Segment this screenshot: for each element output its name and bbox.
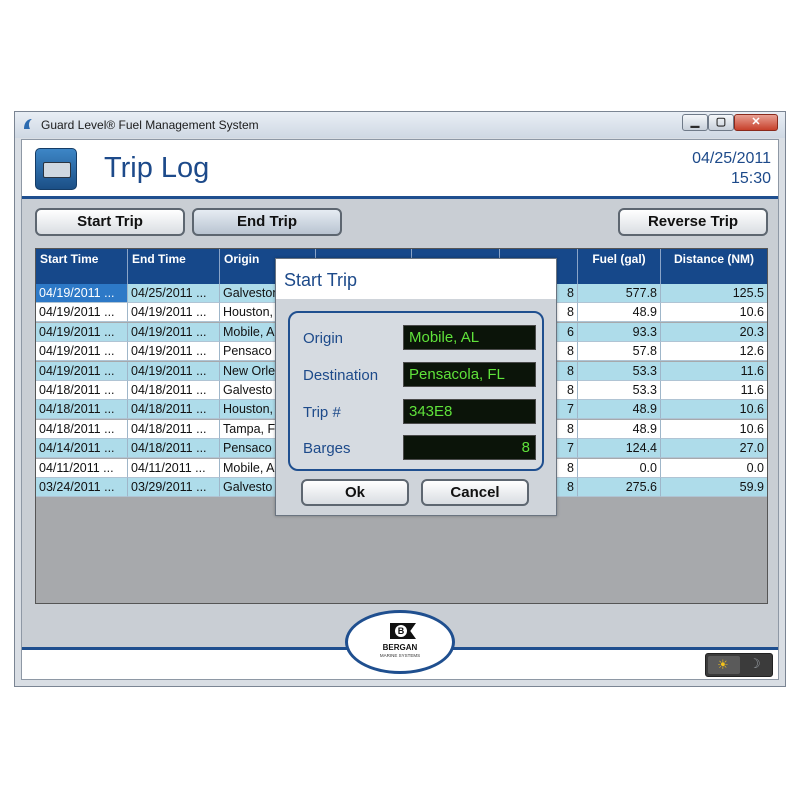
column-header-start-time[interactable]: Start Time — [36, 249, 128, 284]
start-time-cell: 04/19/2011 ... — [36, 322, 128, 342]
fuel-tank-icon — [35, 148, 77, 190]
close-button[interactable]: ✕ — [734, 114, 778, 131]
trip-number-label: Trip # — [303, 404, 341, 421]
distance-cell: 10.6 — [661, 419, 767, 439]
trip-fields-panel: Origin Mobile, AL Destination Pensacola,… — [288, 311, 544, 471]
header-time: 15:30 — [730, 170, 771, 187]
title-bar[interactable]: Guard Level® Fuel Management System ▁ ▢ … — [15, 112, 785, 138]
maximize-icon: ▢ — [715, 116, 727, 128]
start-time-cell: 04/19/2011 ... — [36, 342, 128, 362]
fuel-cell: 48.9 — [578, 400, 661, 420]
start-time-cell: 04/19/2011 ... — [36, 284, 128, 303]
moon-icon[interactable]: ☽ — [749, 656, 761, 672]
start-trip-button[interactable]: Start Trip — [35, 208, 185, 236]
end-time-cell: 04/11/2011 ... — [128, 458, 220, 478]
bergan-logo: B BERGAN MARINE SYSTEMS — [345, 610, 455, 674]
start-time-cell: 04/19/2011 ... — [36, 303, 128, 323]
fuel-cell: 124.4 — [578, 439, 661, 459]
distance-cell: 11.6 — [661, 381, 767, 400]
fuel-cell: 53.3 — [578, 381, 661, 400]
origin-label: Origin — [303, 330, 344, 347]
end-time-cell: 04/19/2011 ... — [128, 303, 220, 323]
end-time-cell: 04/25/2011 ... — [128, 284, 220, 303]
end-time-cell: 04/18/2011 ... — [128, 400, 220, 420]
window-title: Guard Level® Fuel Management System — [41, 118, 259, 132]
end-time-cell: 04/18/2011 ... — [128, 419, 220, 439]
fuel-cell: 48.9 — [578, 303, 661, 323]
start-time-cell: 04/18/2011 ... — [36, 381, 128, 400]
dialog-title-bar: Start Trip — [276, 259, 556, 299]
trip-number-field[interactable]: 343E8 — [403, 399, 536, 424]
distance-cell: 12.6 — [661, 342, 767, 362]
barges-field[interactable]: 8 — [403, 435, 536, 460]
start-time-cell: 04/19/2011 ... — [36, 361, 128, 381]
distance-cell: 10.6 — [661, 400, 767, 420]
end-time-cell: 04/18/2011 ... — [128, 381, 220, 400]
end-time-cell: 04/18/2011 ... — [128, 439, 220, 459]
cancel-button[interactable]: Cancel — [421, 479, 529, 506]
distance-cell: 10.6 — [661, 303, 767, 323]
distance-cell: 125.5 — [661, 284, 767, 303]
header-date: 04/25/2011 — [692, 150, 771, 167]
brand-subtitle: MARINE SYSTEMS — [379, 653, 421, 658]
page-header: Trip Log 04/25/2011 15:30 — [22, 140, 778, 196]
distance-cell: 27.0 — [661, 439, 767, 459]
distance-cell: 11.6 — [661, 361, 767, 381]
brand-initial: B — [395, 625, 407, 637]
end-trip-button[interactable]: End Trip — [192, 208, 342, 236]
destination-label: Destination — [303, 367, 379, 384]
maximize-button[interactable]: ▢ — [708, 114, 734, 131]
fuel-cell: 577.8 — [578, 284, 661, 303]
column-header-fuel[interactable]: Fuel (gal) — [578, 249, 661, 284]
distance-cell: 20.3 — [661, 322, 767, 342]
page-title: Trip Log — [104, 152, 210, 184]
flag-icon: B — [390, 623, 416, 639]
distance-cell: 0.0 — [661, 458, 767, 478]
start-trip-dialog: Start Trip Origin Mobile, AL Destination… — [275, 258, 557, 516]
start-time-cell: 04/18/2011 ... — [36, 400, 128, 420]
fuel-cell: 275.6 — [578, 478, 661, 497]
close-icon: ✕ — [751, 116, 761, 128]
column-header-end-time[interactable]: End Time — [128, 249, 220, 284]
origin-field[interactable]: Mobile, AL — [403, 325, 536, 350]
fuel-cell: 0.0 — [578, 458, 661, 478]
dialog-title: Start Trip — [284, 270, 358, 290]
start-time-cell: 03/24/2011 ... — [36, 478, 128, 497]
end-time-cell: 03/29/2011 ... — [128, 478, 220, 497]
app-icon — [24, 119, 32, 129]
barges-label: Barges — [303, 440, 351, 457]
ok-button[interactable]: Ok — [301, 479, 409, 506]
sun-icon: ☀ — [717, 657, 729, 672]
start-time-cell: 04/11/2011 ... — [36, 458, 128, 478]
fuel-cell: 57.8 — [578, 342, 661, 362]
destination-field[interactable]: Pensacola, FL — [403, 362, 536, 387]
fuel-cell: 53.3 — [578, 361, 661, 381]
minimize-button[interactable]: ▁ — [682, 114, 708, 131]
day-night-toggle[interactable]: ☀ ☽ — [705, 653, 773, 677]
fuel-cell: 48.9 — [578, 419, 661, 439]
column-header-distance[interactable]: Distance (NM) — [661, 249, 767, 284]
distance-cell: 59.9 — [661, 478, 767, 497]
fuel-cell: 93.3 — [578, 322, 661, 342]
end-time-cell: 04/19/2011 ... — [128, 342, 220, 362]
start-time-cell: 04/18/2011 ... — [36, 419, 128, 439]
minimize-icon: ▁ — [690, 116, 700, 128]
day-mode-button[interactable]: ☀ — [708, 656, 740, 674]
end-time-cell: 04/19/2011 ... — [128, 361, 220, 381]
reverse-trip-button[interactable]: Reverse Trip — [618, 208, 768, 236]
start-time-cell: 04/14/2011 ... — [36, 439, 128, 459]
brand-name: BERGAN — [382, 643, 418, 652]
end-time-cell: 04/19/2011 ... — [128, 322, 220, 342]
